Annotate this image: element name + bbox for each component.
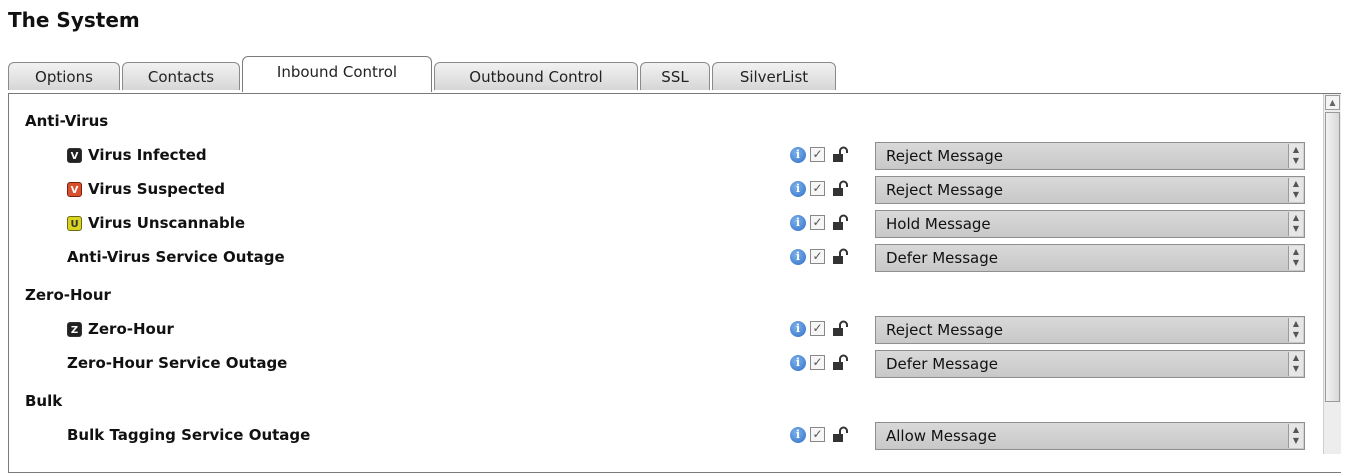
tab-outbound-control[interactable]: Outbound Control — [434, 62, 638, 90]
tab-bar: Options Contacts Inbound Control Outboun… — [8, 56, 1343, 94]
select-arrows-icon: ▲ ▼ — [1288, 246, 1303, 270]
select-arrows-icon: ▲ ▼ — [1288, 178, 1303, 202]
section-header-anti-virus: Anti-Virus — [9, 104, 1309, 138]
virus-suspected-badge-icon: V — [67, 181, 82, 197]
select-value: Reject Message — [886, 147, 1004, 165]
section-header-zero-hour: Zero-Hour — [9, 278, 1309, 312]
tab-ssl[interactable]: SSL — [640, 62, 710, 90]
zero-hour-badge-icon: Z — [67, 321, 82, 337]
tab-silverlist[interactable]: SilverList — [712, 62, 836, 90]
unlock-icon[interactable] — [832, 320, 850, 338]
info-icon[interactable]: i — [790, 249, 806, 265]
unlock-icon[interactable] — [832, 146, 850, 164]
action-select[interactable]: Reject Message ▲ ▼ — [875, 142, 1305, 170]
section-label: Bulk — [25, 392, 63, 410]
vertical-scrollbar[interactable]: ▲ — [1323, 94, 1341, 454]
unlock-icon[interactable] — [832, 426, 850, 444]
select-value: Defer Message — [886, 249, 998, 267]
setting-label: Virus Infected — [88, 146, 207, 164]
inbound-control-panel: Anti-Virus V Virus Infected i ✓ Reject M… — [8, 93, 1341, 473]
setting-row-virus-unscannable: U Virus Unscannable i ✓ Hold Message ▲ ▼ — [9, 206, 1309, 240]
tab-inbound-control[interactable]: Inbound Control — [242, 56, 432, 92]
setting-label: Anti-Virus Service Outage — [67, 248, 285, 266]
tab-options[interactable]: Options — [8, 62, 120, 90]
select-arrows-icon: ▲ ▼ — [1288, 318, 1303, 342]
section-header-bulk: Bulk — [9, 384, 1309, 418]
section-label: Anti-Virus — [25, 112, 109, 130]
setting-label: Virus Suspected — [88, 180, 226, 198]
info-icon[interactable]: i — [790, 321, 806, 337]
action-select[interactable]: Allow Message ▲ ▼ — [875, 422, 1305, 450]
setting-row-zero-hour: Z Zero-Hour i ✓ Reject Message ▲ ▼ — [9, 312, 1309, 346]
checkbox-icon[interactable]: ✓ — [810, 355, 825, 370]
select-value: Reject Message — [886, 181, 1004, 199]
unlock-icon[interactable] — [832, 180, 850, 198]
unlock-icon[interactable] — [832, 214, 850, 232]
unlock-icon[interactable] — [832, 354, 850, 372]
info-icon[interactable]: i — [790, 181, 806, 197]
info-icon[interactable]: i — [790, 215, 806, 231]
checkbox-icon[interactable]: ✓ — [810, 321, 825, 336]
setting-row-virus-infected: V Virus Infected i ✓ Reject Message ▲ ▼ — [9, 138, 1309, 172]
page-title: The System — [8, 8, 140, 32]
action-select[interactable]: Reject Message ▲ ▼ — [875, 176, 1305, 204]
select-value: Defer Message — [886, 355, 998, 373]
checkbox-icon[interactable]: ✓ — [810, 249, 825, 264]
action-select[interactable]: Defer Message ▲ ▼ — [875, 244, 1305, 272]
checkbox-icon[interactable]: ✓ — [810, 147, 825, 162]
checkbox-icon[interactable]: ✓ — [810, 215, 825, 230]
setting-label: Virus Unscannable — [88, 214, 246, 232]
action-select[interactable]: Reject Message ▲ ▼ — [875, 316, 1305, 344]
action-select[interactable]: Defer Message ▲ ▼ — [875, 350, 1305, 378]
scroll-up-arrow-icon[interactable]: ▲ — [1325, 95, 1340, 110]
select-value: Reject Message — [886, 321, 1004, 339]
info-icon[interactable]: i — [790, 355, 806, 371]
select-value: Hold Message — [886, 215, 991, 233]
setting-label: Zero-Hour — [88, 320, 174, 338]
action-select[interactable]: Hold Message ▲ ▼ — [875, 210, 1305, 238]
setting-row-zero-hour-outage: Zero-Hour Service Outage i ✓ Defer Messa… — [9, 346, 1309, 380]
unlock-icon[interactable] — [832, 248, 850, 266]
scroll-thumb[interactable] — [1325, 112, 1340, 402]
virus-infected-badge-icon: V — [67, 147, 82, 163]
select-arrows-icon: ▲ ▼ — [1288, 212, 1303, 236]
section-label: Zero-Hour — [25, 286, 111, 304]
checkbox-icon[interactable]: ✓ — [810, 427, 825, 442]
info-icon[interactable]: i — [790, 147, 806, 163]
info-icon[interactable]: i — [790, 427, 806, 443]
setting-row-virus-suspected: V Virus Suspected i ✓ Reject Message ▲ ▼ — [9, 172, 1309, 206]
select-arrows-icon: ▲ ▼ — [1288, 352, 1303, 376]
checkbox-icon[interactable]: ✓ — [810, 181, 825, 196]
setting-row-anti-virus-outage: Anti-Virus Service Outage i ✓ Defer Mess… — [9, 240, 1309, 274]
select-arrows-icon: ▲ ▼ — [1288, 424, 1303, 448]
setting-label: Zero-Hour Service Outage — [67, 354, 288, 372]
setting-label: Bulk Tagging Service Outage — [67, 426, 311, 444]
tab-contacts[interactable]: Contacts — [122, 62, 240, 90]
setting-row-bulk-outage: Bulk Tagging Service Outage i ✓ Allow Me… — [9, 418, 1309, 452]
virus-unscannable-badge-icon: U — [67, 215, 82, 231]
select-value: Allow Message — [886, 427, 997, 445]
select-arrows-icon: ▲ ▼ — [1288, 144, 1303, 168]
